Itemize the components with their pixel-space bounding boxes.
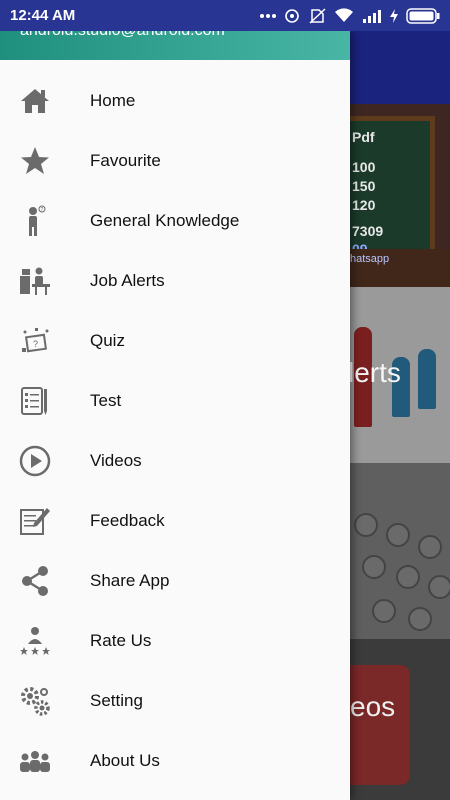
answer-bubble bbox=[418, 535, 442, 559]
svg-text:?: ? bbox=[41, 207, 44, 213]
menu-label: About Us bbox=[90, 751, 160, 770]
menu-item-quiz[interactable]: ? Quiz bbox=[0, 311, 350, 371]
menu-item-favourite[interactable]: Favourite bbox=[0, 131, 350, 191]
background-card-job-alerts[interactable]: lerts bbox=[350, 287, 450, 463]
chalkboard: Pdf 100 150 120 7309 09 bbox=[350, 116, 435, 266]
hotspot-icon bbox=[284, 8, 300, 24]
menu-label: Videos bbox=[90, 451, 142, 470]
background-toolbar bbox=[350, 31, 450, 104]
play-circle-icon bbox=[19, 445, 51, 477]
answer-bubble bbox=[386, 523, 410, 547]
answer-bubble bbox=[372, 599, 396, 623]
answer-bubble bbox=[428, 575, 450, 599]
answer-bubble bbox=[396, 565, 420, 589]
status-icons bbox=[260, 7, 440, 24]
status-time: 12:44 AM bbox=[10, 7, 76, 24]
card-label: eos bbox=[350, 691, 396, 722]
feedback-pen-icon bbox=[19, 505, 51, 537]
desk-worker-icon bbox=[19, 265, 51, 297]
background-content: Pdf 100 150 120 7309 09 hatsapp lerts eo… bbox=[350, 31, 450, 800]
checklist-icon bbox=[19, 385, 51, 417]
menu-label: Setting bbox=[90, 691, 143, 710]
drawer-menu: Home Favourite ? General Knowledge Job A… bbox=[0, 60, 350, 791]
more-dots-icon bbox=[260, 13, 276, 19]
banner-text: hatsapp bbox=[350, 253, 390, 265]
card-label: lerts bbox=[350, 357, 401, 388]
rate-stars-icon bbox=[19, 625, 51, 657]
wifi-icon bbox=[334, 8, 354, 23]
quiz-board-icon: ? bbox=[19, 325, 51, 357]
board-text: 120 bbox=[352, 197, 376, 213]
menu-item-share-app[interactable]: Share App bbox=[0, 551, 350, 611]
svg-text:?: ? bbox=[33, 339, 38, 349]
board-text: 7309 bbox=[352, 223, 384, 239]
menu-item-job-alerts[interactable]: Job Alerts bbox=[0, 251, 350, 311]
background-card-quiz[interactable] bbox=[350, 463, 450, 639]
menu-label: General Knowledge bbox=[90, 211, 240, 230]
signal-icon bbox=[362, 9, 382, 23]
no-sim-icon bbox=[308, 7, 326, 24]
gears-icon bbox=[19, 685, 51, 717]
navigation-drawer: android.studio@android.com Home Favourit… bbox=[0, 31, 350, 800]
answer-bubble bbox=[408, 607, 432, 631]
charging-icon bbox=[390, 8, 398, 23]
figure-blue bbox=[418, 349, 436, 409]
background-card-chalkboard: Pdf 100 150 120 7309 09 hatsapp bbox=[350, 104, 450, 287]
drawer-header: android.studio@android.com bbox=[0, 31, 350, 60]
star-icon bbox=[19, 145, 51, 177]
menu-item-about-us[interactable]: About Us bbox=[0, 731, 350, 791]
group-icon bbox=[19, 745, 51, 777]
status-bar: 12:44 AM bbox=[0, 0, 450, 31]
menu-item-general-knowledge[interactable]: ? General Knowledge bbox=[0, 191, 350, 251]
answer-bubble bbox=[362, 555, 386, 579]
menu-label: Rate Us bbox=[90, 631, 152, 650]
menu-label: Test bbox=[90, 391, 122, 410]
knowledge-person-icon: ? bbox=[19, 205, 51, 237]
battery-icon bbox=[406, 7, 440, 24]
header-email: android.studio@android.com bbox=[20, 31, 225, 40]
share-icon bbox=[19, 565, 51, 597]
menu-label: Home bbox=[90, 91, 136, 110]
menu-item-feedback[interactable]: Feedback bbox=[0, 491, 350, 551]
answer-bubble bbox=[354, 513, 378, 537]
board-text: Pdf bbox=[352, 129, 375, 145]
menu-item-home[interactable]: Home bbox=[0, 71, 350, 131]
board-text: 100 bbox=[352, 159, 376, 175]
video-screen bbox=[350, 665, 410, 785]
menu-label: Job Alerts bbox=[90, 271, 165, 290]
menu-label: Favourite bbox=[90, 151, 161, 170]
menu-item-test[interactable]: Test bbox=[0, 371, 350, 431]
chalkboard-banner: hatsapp bbox=[350, 249, 450, 287]
menu-label: Share App bbox=[90, 571, 170, 590]
board-text: 150 bbox=[352, 178, 376, 194]
home-icon bbox=[19, 85, 51, 117]
menu-item-setting[interactable]: Setting bbox=[0, 671, 350, 731]
menu-item-videos[interactable]: Videos bbox=[0, 431, 350, 491]
menu-label: Quiz bbox=[90, 331, 125, 350]
menu-item-rate-us[interactable]: Rate Us bbox=[0, 611, 350, 671]
background-card-videos[interactable]: eos bbox=[350, 639, 450, 800]
menu-label: Feedback bbox=[90, 511, 165, 530]
